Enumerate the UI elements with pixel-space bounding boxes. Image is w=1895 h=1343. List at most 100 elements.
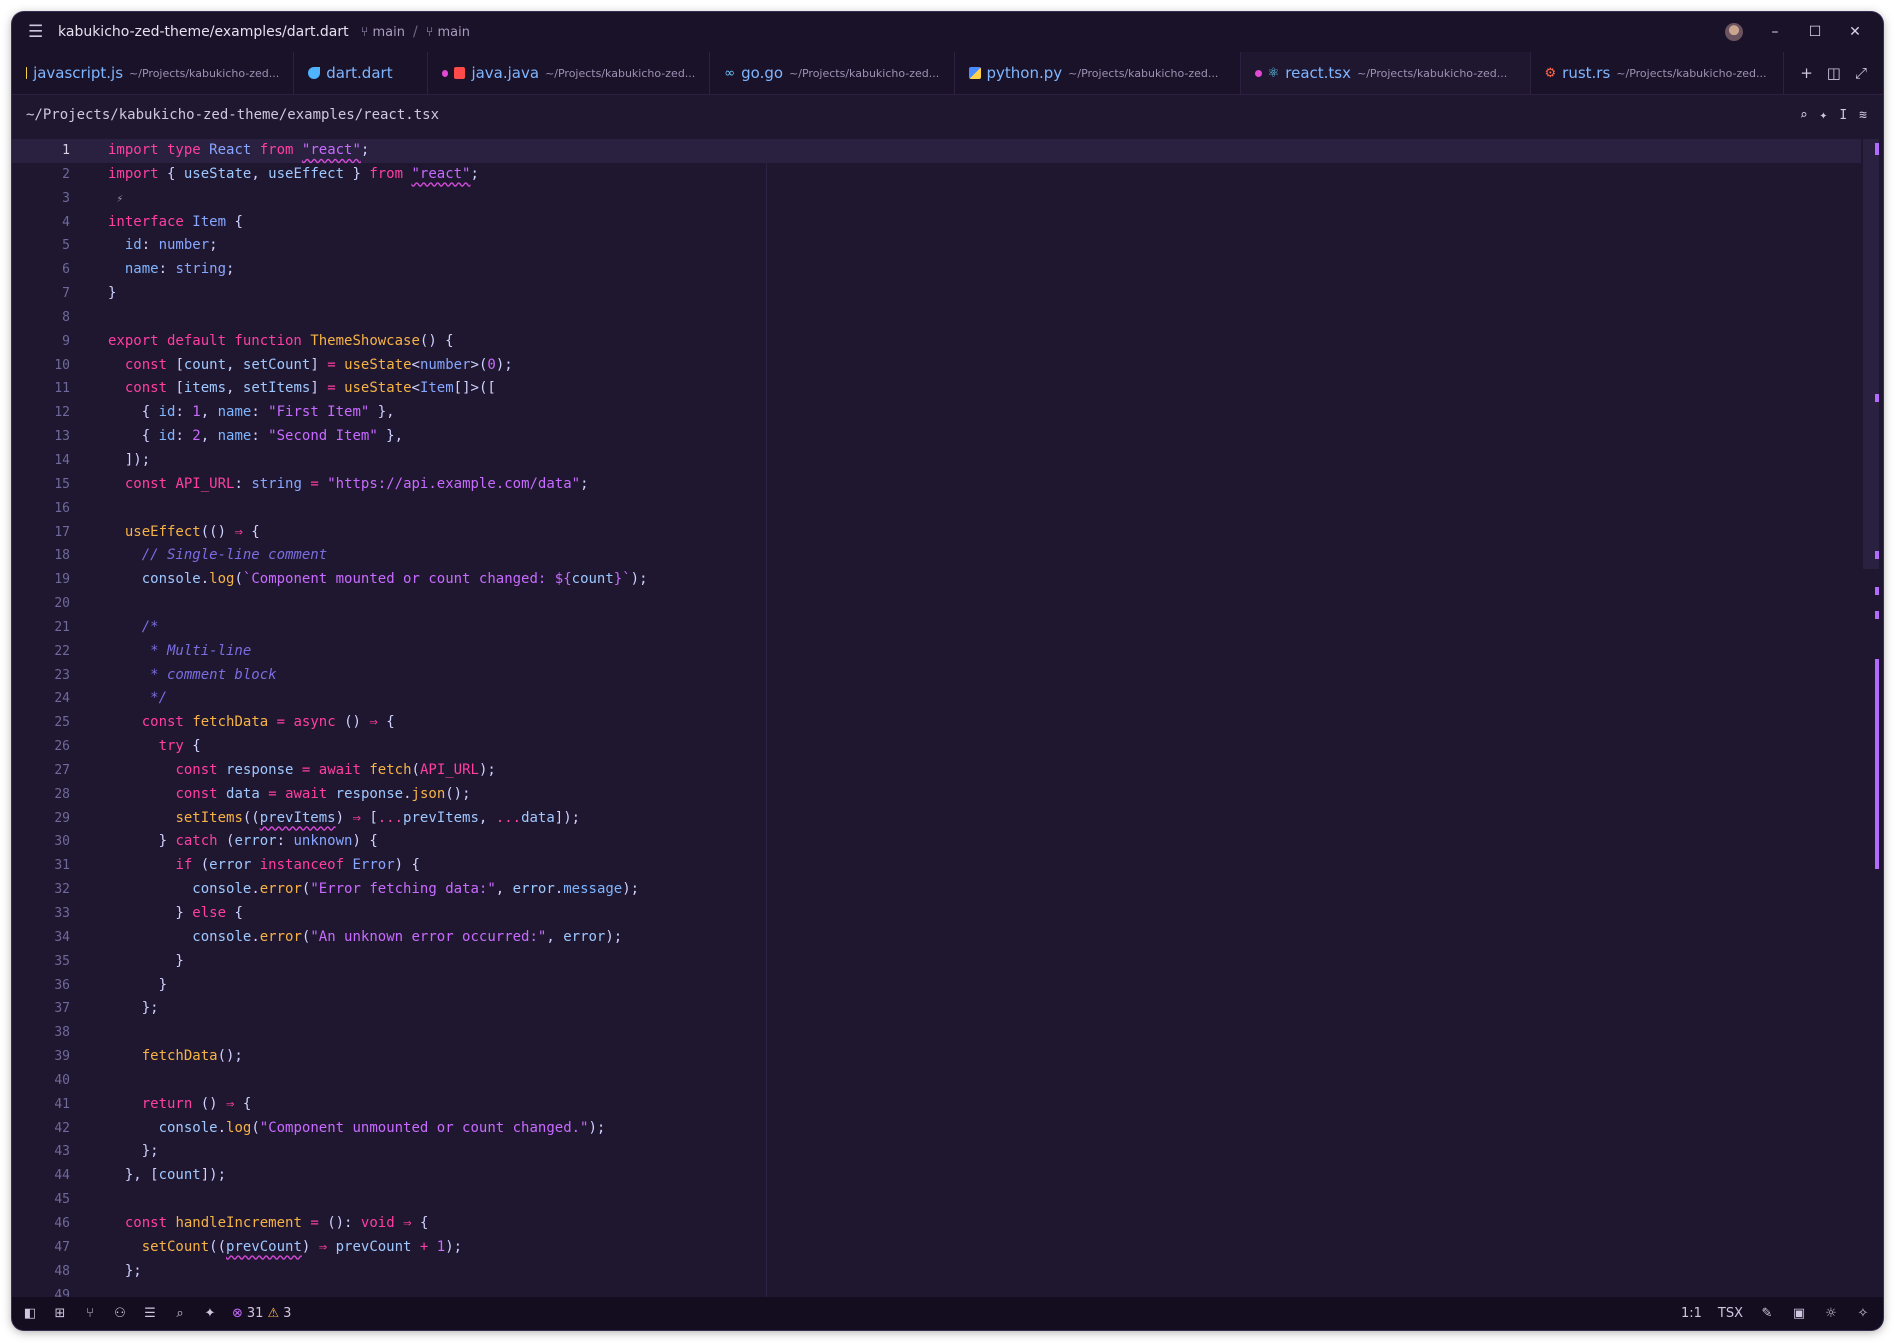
- code-line[interactable]: 45: [12, 1188, 1861, 1212]
- tab-java[interactable]: java.java ~/Projects/kabukicho-zed...: [428, 52, 711, 94]
- code-line[interactable]: 15 const API_URL: string = "https://api.…: [12, 473, 1861, 497]
- code-line[interactable]: 2 import { useState, useEffect } from "re…: [12, 163, 1861, 187]
- tab-path: ~/Projects/kabukicho-zed...: [129, 66, 280, 80]
- tab-rust[interactable]: ⚙ rust.rs ~/Projects/kabukicho-zed...: [1531, 52, 1785, 94]
- tab-dart[interactable]: dart.dart: [294, 52, 429, 94]
- cursor-icon[interactable]: I: [1839, 108, 1847, 123]
- code-line[interactable]: 29 setItems((prevItems) ⇒ [...prevItems,…: [12, 807, 1861, 831]
- code-action-icon[interactable]: ⚡: [116, 192, 123, 205]
- user-avatar[interactable]: [1725, 23, 1743, 41]
- outline-icon[interactable]: ☰: [142, 1306, 158, 1321]
- settings-icon[interactable]: ≋: [1859, 108, 1867, 123]
- new-tab-icon[interactable]: +: [1800, 64, 1813, 82]
- cursor-position[interactable]: 1:1: [1681, 1306, 1702, 1321]
- editor-scrollbar[interactable]: [1861, 139, 1883, 1297]
- branch-indicator[interactable]: ⑂ main: [361, 25, 405, 40]
- search-icon[interactable]: ⌕: [172, 1306, 188, 1321]
- tab-path: ~/Projects/kabukicho-zed...: [545, 66, 696, 80]
- status-left: ◧ ⊞ ⑂ ⚇ ☰ ⌕ ✦ ⊗ 31 ⚠ 3: [22, 1306, 292, 1321]
- code-line[interactable]: 26 try {: [12, 735, 1861, 759]
- code-line[interactable]: 16: [12, 497, 1861, 521]
- code-line[interactable]: 43 };: [12, 1140, 1861, 1164]
- code-line[interactable]: 25 const fetchData = async () ⇒ {: [12, 711, 1861, 735]
- code-line[interactable]: 11 const [items, setItems] = useState<It…: [12, 377, 1861, 401]
- code-line[interactable]: 4 interface Item {: [12, 211, 1861, 235]
- scrollbar-thumb[interactable]: [1863, 139, 1879, 569]
- minimize-icon[interactable]: –: [1767, 24, 1783, 40]
- tab-python[interactable]: python.py ~/Projects/kabukicho-zed...: [955, 52, 1241, 94]
- language-selector[interactable]: TSX: [1718, 1306, 1743, 1321]
- code-line[interactable]: 48 };: [12, 1260, 1861, 1284]
- python-file-icon: [968, 67, 981, 79]
- code-line[interactable]: 49: [12, 1284, 1861, 1298]
- code-line[interactable]: 1 import type React from "react";: [12, 139, 1861, 163]
- code-line[interactable]: 7}: [12, 282, 1861, 306]
- code-line[interactable]: 5 id: number;: [12, 234, 1861, 258]
- code-line[interactable]: 10 const [count, setCount] = useState<nu…: [12, 354, 1861, 378]
- code-line[interactable]: 12 { id: 1, name: "First Item" },: [12, 401, 1861, 425]
- sidebar-toggle-icon[interactable]: ◧: [22, 1306, 38, 1321]
- maximize-icon[interactable]: ☐: [1807, 24, 1823, 40]
- code-line[interactable]: 20: [12, 592, 1861, 616]
- assistant-panel-icon[interactable]: ✧: [1855, 1306, 1871, 1321]
- zoom-icon[interactable]: ⤢: [1855, 64, 1867, 82]
- code-line[interactable]: 9 export default function ThemeShowcase()…: [12, 330, 1861, 354]
- tab-path: ~/Projects/kabukicho-zed...: [1068, 66, 1219, 80]
- code-line[interactable]: 24 */: [12, 687, 1861, 711]
- terminal-icon[interactable]: ▣: [1791, 1306, 1807, 1321]
- code-line[interactable]: 47 setCount((prevCount) ⇒ prevCount + 1)…: [12, 1236, 1861, 1260]
- code-line[interactable]: 32 console.error("Error fetching data:",…: [12, 878, 1861, 902]
- code-line[interactable]: 44 }, [count]);: [12, 1164, 1861, 1188]
- code-line[interactable]: 3 ⚡: [12, 187, 1861, 211]
- assistant-icon[interactable]: ✦: [202, 1306, 218, 1321]
- search-icon[interactable]: ⌕: [1800, 108, 1808, 123]
- code-line[interactable]: 6 name: string;: [12, 258, 1861, 282]
- diagnostics-indicator[interactable]: ⊗ 31 ⚠ 3: [232, 1306, 291, 1321]
- inline-completion-icon[interactable]: ✎: [1759, 1306, 1775, 1321]
- code-line[interactable]: 14 ]);: [12, 449, 1861, 473]
- code-line[interactable]: 42 console.log("Component unmounted or c…: [12, 1117, 1861, 1141]
- split-pane-icon[interactable]: ◫: [1827, 64, 1841, 82]
- code-editor[interactable]: 1 import type React from "react"; 2 import…: [12, 139, 1861, 1297]
- project-title[interactable]: kabukicho-zed-theme/examples/dart.dart: [58, 24, 349, 40]
- code-line[interactable]: 19 console.log(`Component mounted or cou…: [12, 568, 1861, 592]
- code-line[interactable]: 30 } catch (error: unknown) {: [12, 830, 1861, 854]
- code-line[interactable]: 23 * comment block: [12, 664, 1861, 688]
- git-panel-icon[interactable]: ⑂: [82, 1306, 98, 1321]
- code-line[interactable]: 17 useEffect(() ⇒ {: [12, 521, 1861, 545]
- assistant-icon[interactable]: ✦: [1820, 108, 1828, 123]
- code-line[interactable]: 46 const handleIncrement = (): void ⇒ {: [12, 1212, 1861, 1236]
- code-line[interactable]: 34 console.error("An unknown error occur…: [12, 926, 1861, 950]
- collab-icon[interactable]: ⚇: [112, 1306, 128, 1321]
- tab-javascript[interactable]: javascript.js ~/Projects/kabukicho-zed..…: [12, 52, 295, 94]
- tab-go[interactable]: ∞ go.go ~/Projects/kabukicho-zed...: [710, 52, 955, 94]
- tab-path: ~/Projects/kabukicho-zed...: [1616, 66, 1767, 80]
- code-line[interactable]: 38: [12, 1021, 1861, 1045]
- code-line[interactable]: 13 { id: 2, name: "Second Item" },: [12, 425, 1861, 449]
- code-line[interactable]: 39 fetchData();: [12, 1045, 1861, 1069]
- code-line[interactable]: 31 if (error instanceof Error) {: [12, 854, 1861, 878]
- worktree-branch[interactable]: ⑂ main: [426, 25, 470, 40]
- hamburger-menu-icon[interactable]: ☰: [28, 22, 46, 42]
- code-line[interactable]: 18 // Single-line comment: [12, 544, 1861, 568]
- code-line[interactable]: 33 } else {: [12, 902, 1861, 926]
- scroll-marker: [1875, 611, 1879, 619]
- code-line[interactable]: 8: [12, 306, 1861, 330]
- close-icon[interactable]: ✕: [1847, 24, 1863, 40]
- project-panel-icon[interactable]: ⊞: [52, 1306, 68, 1321]
- tab-react[interactable]: ⚛ react.tsx ~/Projects/kabukicho-zed...: [1240, 52, 1531, 94]
- code-line[interactable]: 37 };: [12, 997, 1861, 1021]
- code-line[interactable]: 28 const data = await response.json();: [12, 783, 1861, 807]
- file-path[interactable]: ~/Projects/kabukicho-zed-theme/examples/…: [26, 107, 439, 123]
- debug-icon[interactable]: ☼: [1823, 1306, 1839, 1321]
- code-line[interactable]: 41 return () ⇒ {: [12, 1093, 1861, 1117]
- go-file-icon: ∞: [724, 65, 736, 81]
- tab-label: python.py: [986, 64, 1063, 82]
- code-line[interactable]: 21 /*: [12, 616, 1861, 640]
- code-line[interactable]: 35 }: [12, 950, 1861, 974]
- code-line[interactable]: 40: [12, 1069, 1861, 1093]
- code-line[interactable]: 27 const response = await fetch(API_URL)…: [12, 759, 1861, 783]
- code-line[interactable]: 22 * Multi-line: [12, 640, 1861, 664]
- status-right: 1:1 TSX ✎ ▣ ☼ ✧: [1681, 1306, 1871, 1321]
- code-line[interactable]: 36 }: [12, 974, 1861, 998]
